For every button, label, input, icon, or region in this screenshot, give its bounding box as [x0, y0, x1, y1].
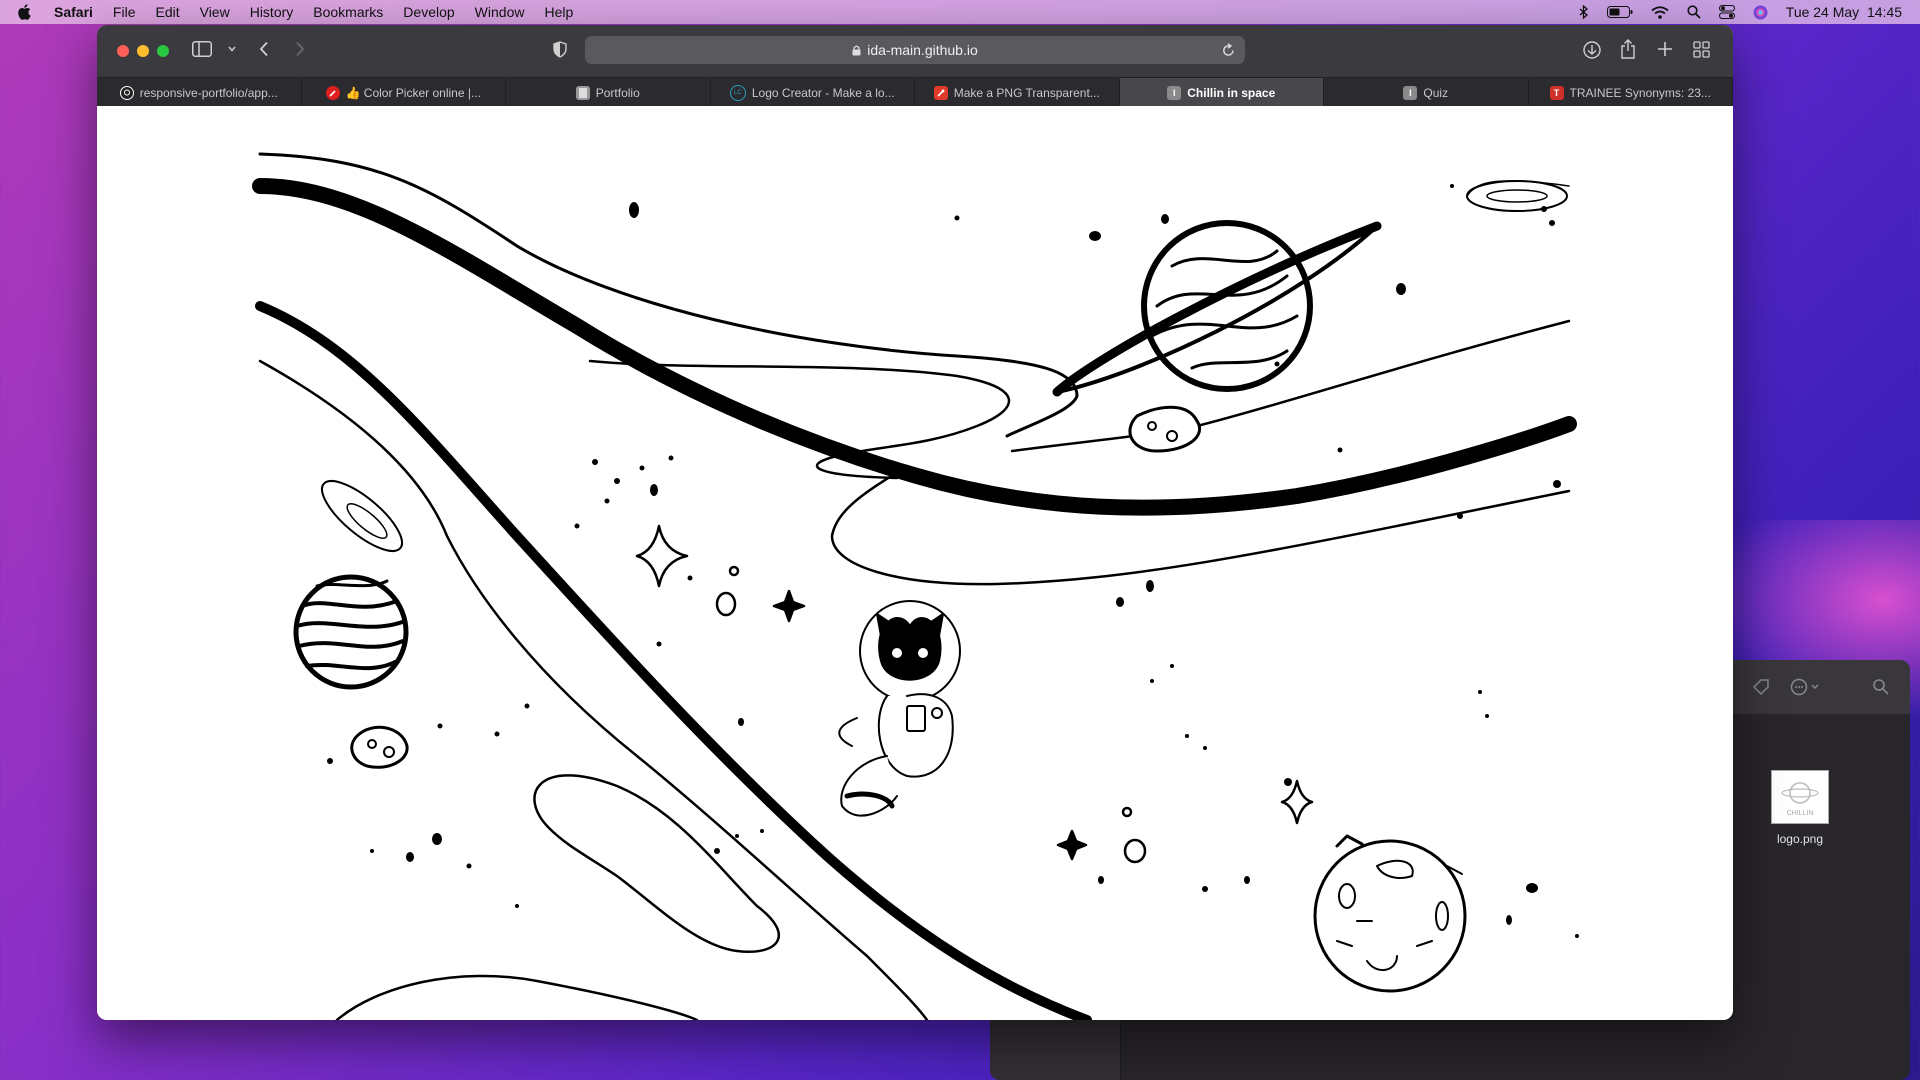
close-window-button[interactable] — [117, 45, 129, 57]
zoom-window-button[interactable] — [157, 45, 169, 57]
tab-logo-creator[interactable]: LC Logo Creator - Make a lo... — [711, 78, 915, 107]
chevron-down-icon[interactable] — [228, 46, 236, 52]
more-options-icon[interactable] — [1790, 678, 1824, 701]
logo-creator-icon: LC — [729, 84, 746, 101]
back-icon[interactable] — [259, 41, 269, 57]
battery-icon[interactable] — [1606, 6, 1633, 18]
space-illustration — [252, 152, 1579, 1020]
github-icon — [119, 85, 134, 100]
sparkle-stars — [635, 524, 1314, 864]
sidebar-toggle-icon[interactable] — [192, 41, 212, 57]
tool-icon — [933, 85, 948, 100]
page-icon: I — [1403, 85, 1418, 100]
tag-icon[interactable] — [1752, 678, 1770, 701]
reload-icon[interactable] — [1222, 43, 1235, 57]
control-center-icon[interactable] — [1718, 5, 1735, 19]
saturn-planet — [1052, 220, 1382, 397]
privacy-shield-icon[interactable] — [553, 41, 567, 58]
tab-thesaurus[interactable]: T TRAINEE Synonyms: 23... — [1529, 78, 1733, 107]
menu-bar: Safari File Edit View History Bookmarks … — [0, 0, 1920, 24]
thesaurus-icon: T — [1549, 85, 1564, 100]
new-tab-icon[interactable] — [1657, 41, 1673, 57]
minimize-window-button[interactable] — [137, 45, 149, 57]
menu-view[interactable]: View — [200, 4, 230, 20]
menu-edit[interactable]: Edit — [155, 4, 179, 20]
bluetooth-icon[interactable] — [1579, 5, 1589, 19]
file-thumbnail: CHILLIN — [1771, 770, 1829, 824]
menu-help[interactable]: Help — [544, 4, 573, 20]
menu-app-name[interactable]: Safari — [54, 4, 93, 20]
tab-overview-icon[interactable] — [1693, 41, 1710, 58]
file-item[interactable]: CHILLIN logo.png — [1760, 770, 1840, 846]
lock-icon — [852, 45, 861, 56]
menu-file[interactable]: File — [113, 4, 136, 20]
galaxy-ellipse — [1466, 180, 1570, 212]
menu-history[interactable]: History — [250, 4, 294, 20]
tab-png-transparent[interactable]: Make a PNG Transparent... — [915, 78, 1120, 107]
asteroid-left — [350, 725, 409, 769]
left-galaxy — [320, 480, 404, 552]
url-text: ida-main.github.io — [867, 42, 978, 58]
window-controls — [117, 45, 169, 57]
color-picker-icon — [325, 85, 340, 100]
astronaut-cat — [838, 600, 961, 817]
siri-icon[interactable] — [1753, 5, 1768, 20]
page-icon: I — [1167, 85, 1182, 100]
file-name: logo.png — [1776, 832, 1824, 846]
asteroid — [1128, 405, 1201, 453]
safari-window: ida-main.github.io responsive-portfolio/… — [97, 25, 1733, 1020]
tab-portfolio[interactable]: Portfolio — [506, 78, 711, 107]
page-content — [97, 106, 1733, 1020]
spotlight-search-icon[interactable] — [1687, 5, 1701, 19]
share-icon[interactable] — [1620, 39, 1636, 59]
apple-icon[interactable] — [18, 4, 40, 20]
finder-search-icon[interactable] — [1872, 678, 1890, 701]
address-bar[interactable]: ida-main.github.io — [585, 36, 1245, 64]
menubar-clock[interactable]: Tue 24 May 14:45 — [1786, 4, 1902, 20]
cratered-moon — [1313, 834, 1467, 993]
menu-develop[interactable]: Develop — [403, 4, 454, 20]
wifi-icon[interactable] — [1651, 5, 1669, 19]
svg-text:CHILLIN: CHILLIN — [1787, 810, 1814, 817]
page-icon — [575, 85, 590, 100]
tab-color-picker[interactable]: 👍 Color Picker online |... — [302, 78, 506, 107]
tab-quiz[interactable]: I Quiz — [1324, 78, 1529, 107]
tab-bar: responsive-portfolio/app... 👍 Color Pick… — [97, 77, 1733, 107]
striped-planet — [293, 574, 409, 690]
tab-github[interactable]: responsive-portfolio/app... — [97, 78, 302, 107]
forward-icon[interactable] — [295, 41, 305, 57]
downloads-icon[interactable] — [1583, 41, 1601, 59]
menu-window[interactable]: Window — [475, 4, 525, 20]
browser-toolbar: ida-main.github.io — [97, 25, 1733, 77]
tab-chillin-in-space[interactable]: I Chillin in space — [1119, 78, 1324, 107]
menu-bookmarks[interactable]: Bookmarks — [313, 4, 383, 20]
